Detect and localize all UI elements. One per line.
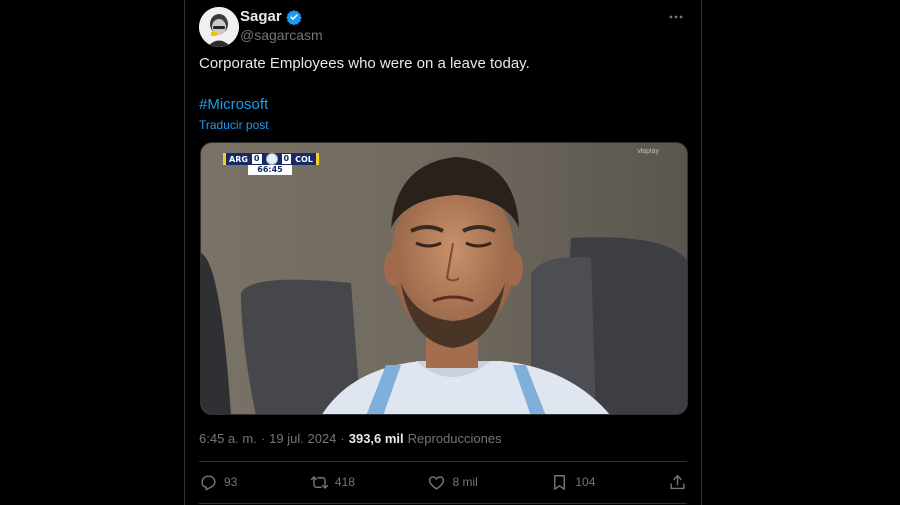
tweet-meta: 6:45 a. m. · 19 jul. 2024 · 393,6 mil Re…: [199, 431, 502, 446]
match-clock: 66:45: [248, 165, 292, 175]
media-photo: [201, 143, 687, 414]
author-handle[interactable]: @sagarcasm: [240, 27, 323, 43]
tweet-time[interactable]: 6:45 a. m.: [199, 431, 257, 446]
like-button[interactable]: 8 mil: [427, 473, 478, 492]
divider: [199, 461, 687, 462]
tweet-date[interactable]: 19 jul. 2024: [269, 431, 336, 446]
repost-count: 418: [334, 475, 355, 489]
like-icon: [429, 475, 445, 490]
avatar[interactable]: [199, 7, 239, 47]
bookmark-button[interactable]: 104: [550, 473, 595, 492]
meta-separator-2: ·: [340, 431, 345, 446]
tournament-crest-icon: [265, 153, 278, 165]
tweet-media-image[interactable]: ARG 0 0 COL 66:45 vlaplay: [200, 142, 688, 415]
action-bar: 93 418 8 mil 104: [199, 463, 687, 501]
broadcaster-watermark: vlaplay: [637, 148, 659, 155]
home-team: ARG: [229, 154, 248, 164]
more-icon[interactable]: [665, 8, 687, 26]
scoreboard: ARG 0 0 COL: [223, 153, 319, 165]
reply-count: 93: [224, 475, 238, 489]
meta-separator: ·: [260, 431, 266, 446]
reply-button[interactable]: 93: [199, 473, 237, 492]
bookmark-count: 104: [575, 475, 596, 489]
away-score: 0: [281, 154, 292, 164]
home-score: 0: [251, 154, 262, 164]
views-label: Reproducciones: [407, 431, 502, 446]
share-icon: [670, 474, 685, 489]
author-name[interactable]: Sagar: [240, 8, 282, 25]
repost-icon: [310, 475, 329, 489]
repost-button[interactable]: 418: [310, 473, 355, 492]
like-count: 8 mil: [452, 475, 478, 489]
tweet-text: Corporate Employees who were on a leave …: [199, 55, 530, 72]
reply-icon: [201, 474, 216, 490]
verified-badge-icon: [285, 9, 302, 25]
share-button[interactable]: [668, 473, 687, 492]
view-count: 393,6 mil: [348, 431, 404, 446]
bookmark-icon: [554, 474, 566, 490]
away-team: COL: [295, 154, 313, 164]
translate-link[interactable]: Traducir post: [199, 118, 269, 132]
tweet-card: Sagar @sagarcasm Corporate Employees who…: [184, 0, 702, 505]
hashtag-link[interactable]: #Microsoft: [199, 96, 268, 113]
divider-bottom: [199, 503, 687, 504]
